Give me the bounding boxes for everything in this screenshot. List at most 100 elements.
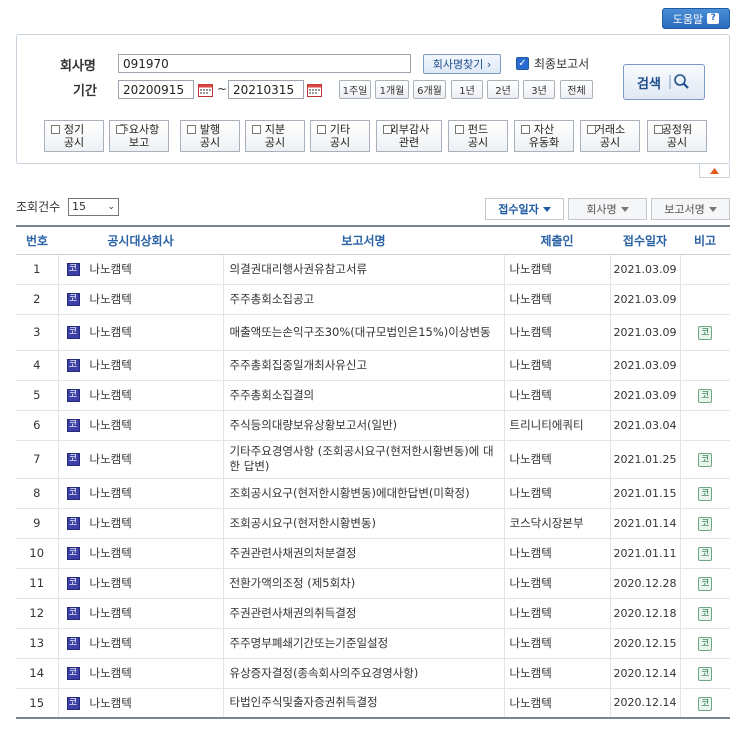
kosdaq-corp-icon: 코	[66, 547, 80, 560]
category-ftc-button[interactable]: 공정위 공시	[647, 120, 707, 152]
report-name-link[interactable]: 타법인주식및출자증권취득결정	[222, 688, 504, 719]
table-row: 8 코 나노캠텍 조회공시요구(현저한시황변동)에대한답변(미확정) 나노캠텍 2021.…	[16, 478, 730, 509]
category-equity-button[interactable]: 지분 공시	[245, 120, 305, 152]
category-label: 정기 공시	[63, 123, 85, 149]
row-number: 13	[16, 628, 58, 659]
corp-cell: 코 나노캠텍	[57, 538, 223, 569]
receipt-date-cell: 2021.01.11	[609, 538, 680, 569]
submitter-cell: 나노캠텍	[503, 284, 610, 315]
table-row: 13 코 나노캠텍 주주명부폐쇄기간또는기준일설정 나노캠텍 2020.12.15 코	[16, 628, 730, 659]
help-button[interactable]: 도움말 ?	[662, 8, 730, 29]
report-name-link[interactable]: 기타주요경영사항 (조회공시요구(현저한시황변동)에 대한 답변)	[222, 440, 504, 479]
table-row: 2 코 나노캠텍 주주총회소집공고 나노캠텍 2021.03.09	[16, 284, 730, 315]
start-date-input[interactable]: 20200915	[118, 80, 194, 99]
kosdaq-corp-icon: 코	[66, 517, 80, 530]
report-name-link[interactable]: 주주총회소집결의	[222, 380, 504, 411]
corp-name-link[interactable]: 나노캠텍	[90, 325, 132, 339]
kosdaq-corp-icon: 코	[66, 389, 80, 402]
corp-name-link[interactable]: 나노캠텍	[90, 576, 132, 590]
col-date: 접수일자	[610, 225, 680, 255]
corp-cell: 코 나노캠텍	[57, 598, 223, 629]
table-header: 번호 공시대상회사 보고서명 제출인 접수일자 비고	[16, 225, 730, 255]
corp-name-link[interactable]: 나노캠텍	[90, 452, 132, 466]
kosdaq-corp-icon: 코	[66, 359, 80, 372]
report-name-link[interactable]: 주주총회집중일개최사유신고	[222, 350, 504, 381]
corp-name-link[interactable]: 나노캠텍	[90, 418, 132, 432]
category-regular-button[interactable]: 정기 공시	[44, 120, 104, 152]
kosdaq-remark-icon: 코	[698, 547, 713, 561]
kosdaq-remark-icon: 코	[698, 326, 713, 340]
receipt-date-cell: 2020.12.14	[609, 688, 680, 719]
table-row: 7 코 나노캠텍 기타주요경영사항 (조회공시요구(현저한시황변동)에 대한 답변) 나…	[16, 440, 730, 479]
category-exchange-button[interactable]: 거래소 공시	[580, 120, 640, 152]
period-1month-button[interactable]: 1개월	[375, 80, 409, 99]
remark-cell: 코	[679, 598, 730, 629]
sort-report-button[interactable]: 보고서명	[651, 198, 730, 220]
corp-name-link[interactable]: 나노캠텍	[90, 516, 132, 530]
period-1year-button[interactable]: 1년	[451, 80, 483, 99]
report-name-link[interactable]: 매출액또는손익구조30%(대규모법인은15%)이상변동	[222, 314, 504, 351]
company-input[interactable]: 091970	[118, 54, 411, 73]
report-name-link[interactable]: 전환가액의조정 (제5회차)	[222, 568, 504, 599]
corp-name-link[interactable]: 나노캠텍	[90, 358, 132, 372]
kosdaq-corp-icon: 코	[66, 419, 80, 432]
report-name-link[interactable]: 주식등의대량보유상황보고서(일반)	[222, 410, 504, 441]
period-2year-button[interactable]: 2년	[487, 80, 519, 99]
period-6month-button[interactable]: 6개월	[413, 80, 446, 99]
count-select[interactable]: 15 ⌄	[68, 198, 119, 216]
remark-cell: 코	[679, 628, 730, 659]
sort-company-button[interactable]: 회사명	[568, 198, 647, 220]
remark-cell: 코	[679, 688, 730, 719]
receipt-date-cell: 2020.12.18	[609, 598, 680, 629]
collapse-button[interactable]	[699, 164, 730, 178]
report-name-link[interactable]: 주주총회소집공고	[222, 284, 504, 315]
remark-cell	[679, 254, 730, 285]
corp-name-link[interactable]: 나노캠텍	[90, 292, 132, 306]
corp-name-link[interactable]: 나노캠텍	[90, 606, 132, 620]
corp-name-link[interactable]: 나노캠텍	[90, 486, 132, 500]
report-name-link[interactable]: 조회공시요구(현저한시황변동)	[222, 508, 504, 539]
count-value: 15	[72, 200, 86, 213]
sort-date-label: 접수일자	[498, 203, 539, 216]
row-number: 12	[16, 598, 58, 629]
col-no: 번호	[16, 225, 58, 255]
period-1week-button[interactable]: 1주일	[339, 80, 371, 99]
table-row: 4 코 나노캠텍 주주총회집중일개최사유신고 나노캠텍 2021.03.09	[16, 350, 730, 381]
report-name-link[interactable]: 유상증자결정(종속회사의주요경영사항)	[222, 658, 504, 689]
search-button[interactable]: 검색	[623, 64, 705, 100]
end-date-input[interactable]: 20210315	[228, 80, 304, 99]
final-report-checkbox[interactable]: ✓	[516, 57, 529, 70]
kosdaq-remark-icon: 코	[698, 607, 713, 621]
kosdaq-corp-icon: 코	[66, 607, 80, 620]
sort-date-button[interactable]: 접수일자	[485, 198, 564, 220]
period-all-button[interactable]: 전체	[560, 80, 593, 99]
caret-down-icon	[708, 206, 717, 212]
corp-name-link[interactable]: 나노캠텍	[90, 666, 132, 680]
row-number: 4	[16, 350, 58, 381]
period-3year-button[interactable]: 3년	[523, 80, 555, 99]
find-company-button[interactable]: 회사명찾기 ›	[423, 54, 501, 74]
category-audit-button[interactable]: 외부감사 관련	[376, 120, 442, 152]
corp-name-link[interactable]: 나노캠텍	[90, 696, 132, 710]
corp-name-link[interactable]: 나노캠텍	[90, 636, 132, 650]
report-name-link[interactable]: 주주명부폐쇄기간또는기준일설정	[222, 628, 504, 659]
category-other-button[interactable]: 기타 공시	[310, 120, 370, 152]
report-name-link[interactable]: 의결권대리행사권유참고서류	[222, 254, 504, 285]
corp-name-link[interactable]: 나노캠텍	[90, 388, 132, 402]
chevron-up-icon	[710, 167, 719, 174]
calendar-icon[interactable]	[198, 83, 213, 97]
corp-name-link[interactable]: 나노캠텍	[90, 546, 132, 560]
report-name-link[interactable]: 주권관련사채권의처분결정	[222, 538, 504, 569]
report-name-link[interactable]: 주권관련사채권의취득결정	[222, 598, 504, 629]
calendar-icon[interactable]	[307, 83, 322, 97]
submitter-cell: 나노캠텍	[503, 254, 610, 285]
report-name-link[interactable]: 조회공시요구(현저한시황변동)에대한답변(미확정)	[222, 478, 504, 509]
corp-name-link[interactable]: 나노캠텍	[90, 262, 132, 276]
category-fund-button[interactable]: 펀드 공시	[448, 120, 508, 152]
category-issue-button[interactable]: 발행 공시	[180, 120, 240, 152]
category-major-button[interactable]: 주요사항 보고	[109, 120, 169, 152]
category-asset-button[interactable]: 자산 유동화	[514, 120, 574, 152]
remark-cell: 코	[679, 658, 730, 689]
submitter-cell: 나노캠텍	[503, 478, 610, 509]
remark-cell: 코	[679, 538, 730, 569]
